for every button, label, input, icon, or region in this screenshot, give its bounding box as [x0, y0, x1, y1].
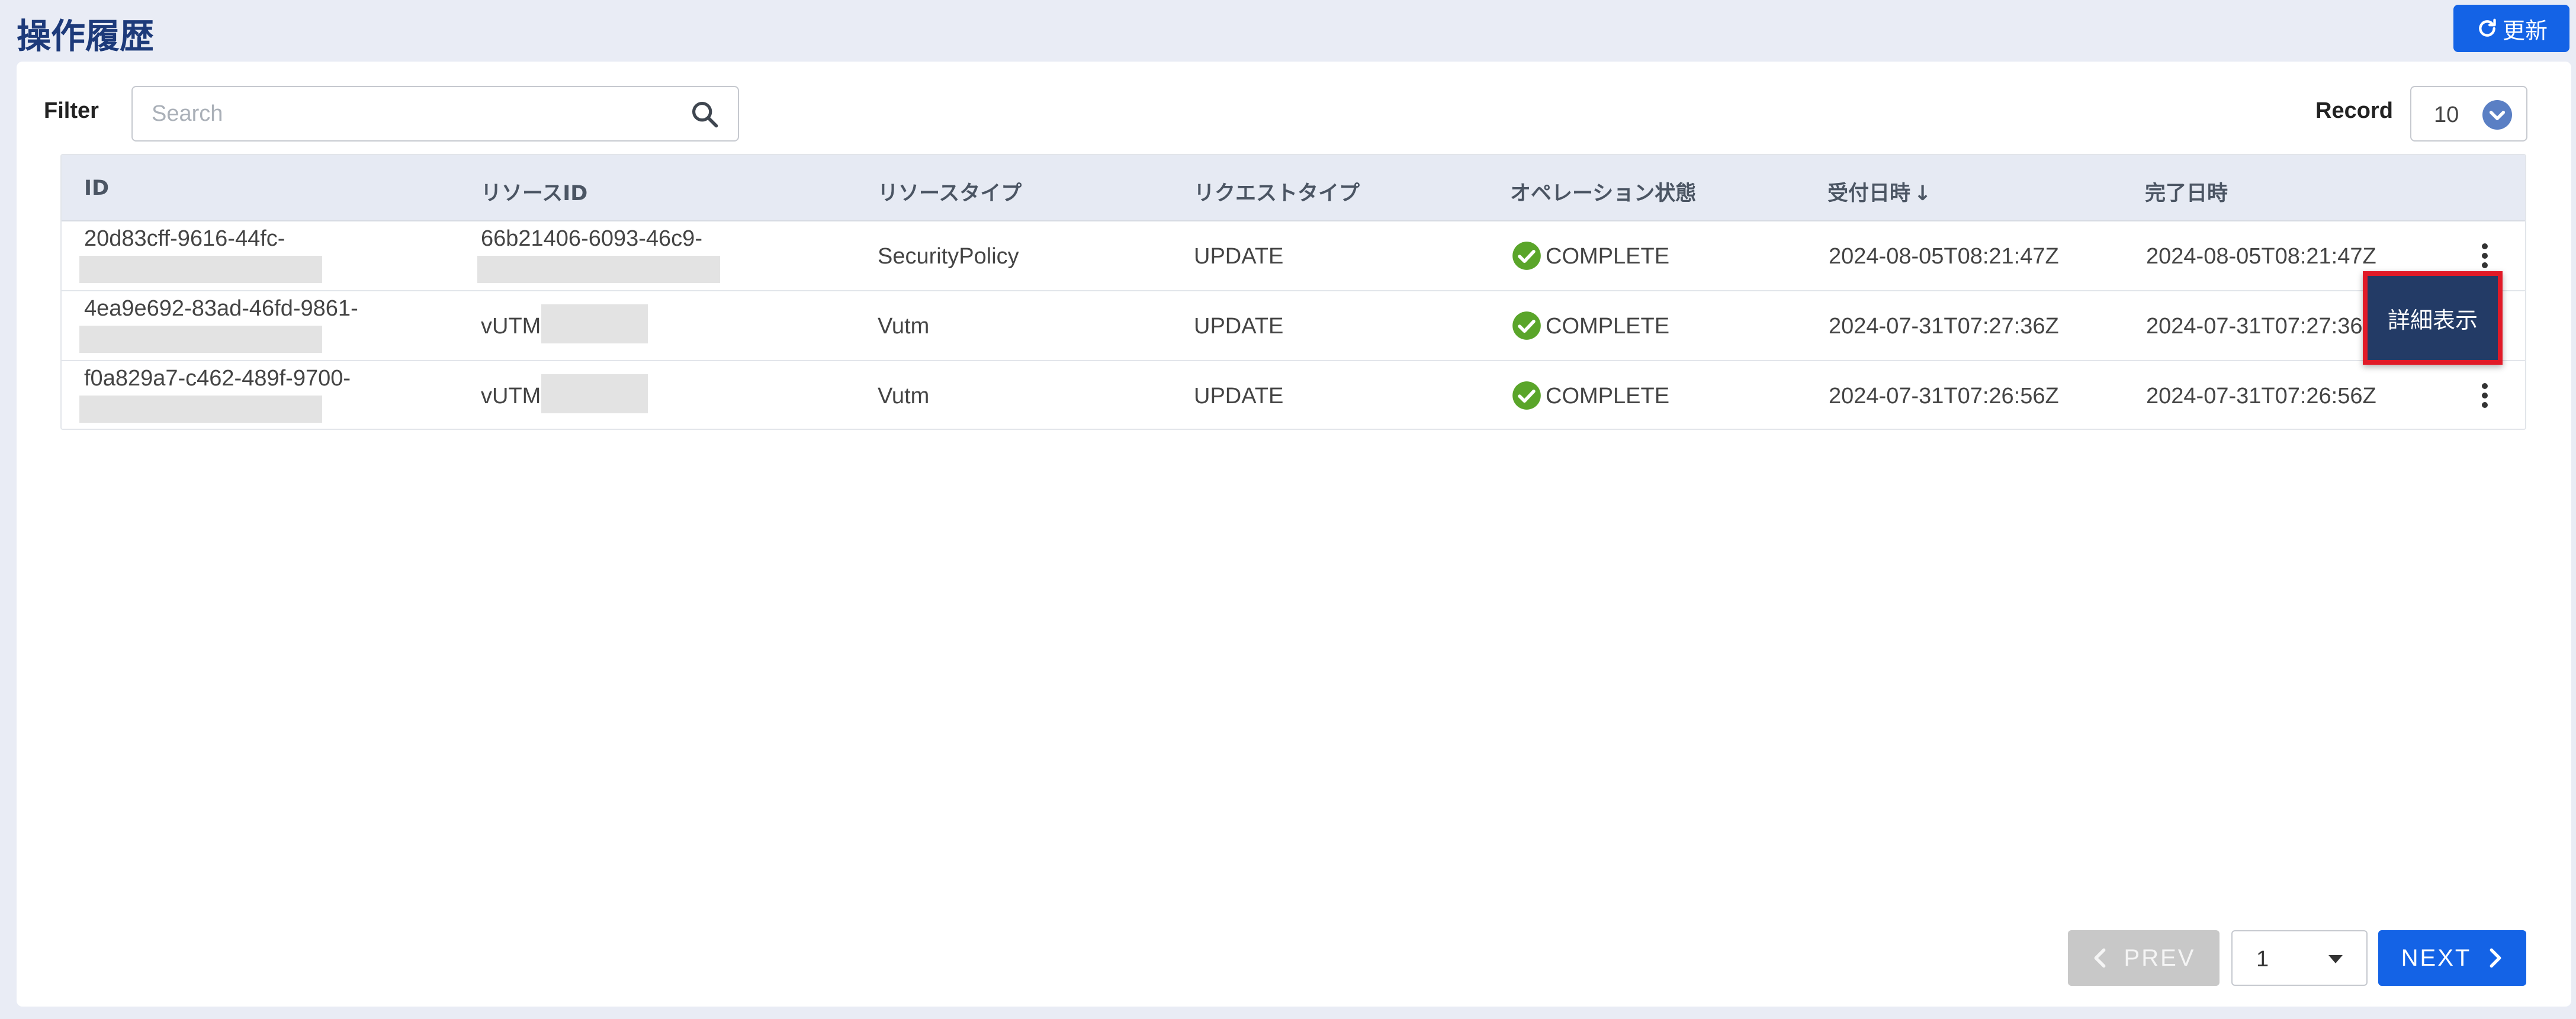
chevron-down-icon	[2482, 100, 2512, 130]
chevron-left-icon	[2094, 948, 2105, 968]
redacted-block	[79, 256, 322, 283]
page-number-value: 1	[2256, 947, 2269, 972]
refresh-label: 更新	[2502, 17, 2548, 44]
cell-completed-time: 2024-07-31T07:26:56Z	[2146, 384, 2376, 409]
cell-status: COMPLETE	[1546, 384, 1670, 409]
table-header: ID リソースID リソースタイプ リクエストタイプ オペレーション状態 受付日…	[62, 155, 2525, 221]
cell-id: 4ea9e692-83ad-46fd-9861-	[84, 296, 358, 321]
cell-request-type: UPDATE	[1194, 384, 1284, 409]
column-header-received-time[interactable]: 受付日時 ↓	[1827, 176, 1931, 207]
history-table: ID リソースID リソースタイプ リクエストタイプ オペレーション状態 受付日…	[60, 154, 2526, 430]
cell-received-time: 2024-07-31T07:27:36Z	[1829, 314, 2059, 339]
page-number-select[interactable]: 1	[2231, 930, 2368, 986]
next-label: NEXT	[2401, 944, 2472, 971]
column-header-id[interactable]: ID	[84, 176, 109, 200]
column-header-resource-type[interactable]: リソースタイプ	[878, 176, 1022, 207]
page-header: 操作履歴 更新	[0, 0, 2576, 59]
prev-page-button[interactable]: PREV	[2068, 930, 2220, 986]
check-circle-icon	[1512, 242, 1541, 270]
filter-label: Filter	[44, 98, 99, 123]
cell-request-type: UPDATE	[1194, 244, 1284, 269]
cell-resource-type: Vutm	[878, 314, 930, 339]
sort-down-icon: ↓	[1914, 182, 1932, 205]
column-header-resource-id[interactable]: リソースID	[481, 176, 587, 207]
next-page-button[interactable]: NEXT	[2378, 930, 2526, 986]
cell-id: 20d83cff-9616-44fc-	[84, 226, 285, 251]
column-header-completed-time[interactable]: 完了日時	[2145, 176, 2228, 207]
cell-resource-type: Vutm	[878, 384, 930, 409]
search-input[interactable]	[152, 87, 685, 140]
redacted-block	[477, 256, 720, 283]
cell-resource-type: SecurityPolicy	[878, 244, 1019, 269]
detail-view-menu-item[interactable]: 詳細表示	[2368, 276, 2498, 360]
cell-status: COMPLETE	[1546, 314, 1670, 339]
cell-status: COMPLETE	[1546, 244, 1670, 269]
redacted-block	[79, 326, 322, 353]
cell-resource-id: vUTM	[481, 314, 541, 339]
redacted-block	[541, 304, 648, 343]
cell-request-type: UPDATE	[1194, 314, 1284, 339]
row-context-menu: 詳細表示	[2363, 271, 2503, 365]
cell-resource-id: 66b21406-6093-46c9-	[481, 226, 702, 251]
cell-received-time: 2024-07-31T07:26:56Z	[1829, 384, 2059, 409]
search-box[interactable]	[131, 86, 739, 142]
check-circle-icon	[1512, 311, 1541, 340]
check-circle-icon	[1512, 381, 1541, 410]
kebab-menu-icon[interactable]	[2479, 242, 2491, 274]
cell-completed-time: 2024-08-05T08:21:47Z	[2146, 244, 2376, 269]
record-count-select[interactable]: 10	[2410, 86, 2527, 142]
cell-resource-id: vUTM	[481, 384, 541, 409]
table-row[interactable]: 20d83cff-9616-44fc- 66b21406-6093-46c9- …	[62, 221, 2525, 291]
page-title: 操作履歴	[17, 16, 155, 56]
column-header-operation-status[interactable]: オペレーション状態	[1510, 176, 1696, 207]
record-label: Record	[2315, 98, 2393, 123]
search-icon[interactable]	[689, 99, 720, 130]
cell-id: f0a829a7-c462-489f-9700-	[84, 366, 351, 391]
caret-down-icon	[2328, 955, 2343, 963]
cell-received-time: 2024-08-05T08:21:47Z	[1829, 244, 2059, 269]
cell-completed-time: 2024-07-31T07:27:36	[2146, 314, 2363, 339]
refresh-button[interactable]: 更新	[2453, 5, 2569, 52]
refresh-icon	[2479, 18, 2496, 37]
chevron-right-icon	[2490, 948, 2501, 968]
prev-label: PREV	[2124, 944, 2196, 971]
redacted-block	[79, 396, 322, 423]
record-count-value: 10	[2434, 102, 2459, 127]
kebab-menu-icon[interactable]	[2479, 381, 2491, 413]
column-header-request-type[interactable]: リクエストタイプ	[1194, 176, 1360, 207]
redacted-block	[541, 374, 648, 413]
received-time-label: 受付日時	[1827, 182, 1911, 205]
table-row[interactable]: f0a829a7-c462-489f-9700- vUTM Vutm UPDAT…	[62, 361, 2525, 429]
table-row[interactable]: 4ea9e692-83ad-46fd-9861- vUTM Vutm UPDAT…	[62, 291, 2525, 361]
